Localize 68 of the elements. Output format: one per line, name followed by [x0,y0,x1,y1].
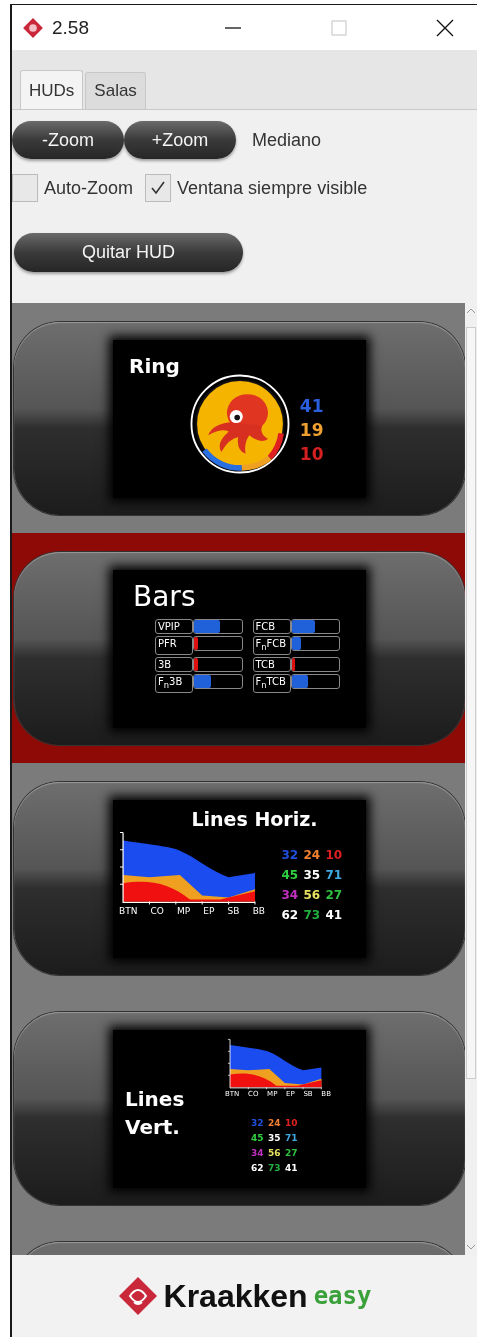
stat-value: 19 [299,418,324,442]
hud-card[interactable]: Lines Horiz. BTN CO MP EP SB BB 32 24 10 45 35 71 34 56 27 62 73 41 [14,782,465,975]
stat-value: 24 [268,1116,282,1130]
scroll-up-icon[interactable] [466,307,476,315]
stat-label: PFR [155,635,193,655]
stat-value: 45 [281,866,300,884]
preview-title: Ring [129,353,180,378]
stat-value: 62 [251,1161,265,1175]
stat-value: 73 [268,1161,282,1175]
stat-value: 73 [303,906,322,924]
preview-title: Lines Vert. [125,1085,186,1141]
stat-label: VPIP [155,618,193,634]
window-title: 2.58 [52,16,89,39]
axis-label: BTN [119,905,138,916]
checkbox[interactable] [12,174,38,202]
stat-value: 24 [303,846,322,864]
stat-value: 41 [325,906,344,924]
stat-value: 34 [251,1146,265,1160]
preview-title: Bars [133,579,197,613]
zoom-button[interactable]: +Zoom [124,121,236,159]
stat-value: 41 [285,1161,299,1175]
axis-label: BB [252,905,265,916]
hud-card[interactable]: Ring 41 19 10 [14,322,465,515]
diamond-logo-icon [117,1276,158,1316]
stat-value: 41 [299,394,324,418]
checkbox-label: Ventana siempre visible [177,177,368,199]
checkbox[interactable] [145,174,172,202]
stat-value: 34 [281,886,300,904]
stat-value: 62 [281,906,300,924]
stat-value: 45 [251,1131,265,1145]
axis-label: CO [150,905,164,916]
checkbox-label: Auto-Zoom [44,177,134,199]
edition-label: easy [313,1282,372,1310]
stat-label: 3B [155,656,193,672]
stat-label: TCB [252,656,291,672]
close-icon[interactable] [435,17,455,38]
stat-value: 32 [281,846,300,864]
stat-value: 32 [251,1116,265,1130]
stat-value: 27 [285,1146,299,1160]
stat-value: 71 [325,866,344,884]
tab[interactable]: Salas [85,72,146,109]
zoom-size-label: Mediano [252,129,322,151]
axis-label: MP [177,905,191,916]
stat-value: 71 [285,1131,299,1145]
stat-value: 56 [303,886,322,904]
stat-label: F$_{n}$TCB [252,673,291,693]
selected-item-background[interactable]: Bars VPIP FCB PFR F$_{n}$FCB 3B TCB F$_{n}$3B F$_{n}$TCB [12,533,465,763]
stat-value: 35 [303,866,322,884]
hud-card[interactable]: Bars VPIP FCB PFR F$_{n}$FCB 3B TCB F$_{n}$3B F$_{n}$TCB [14,552,465,745]
stat-value: 10 [325,846,344,864]
stat-value: 56 [268,1146,282,1160]
stat-label: FCB [252,618,291,634]
zoom-button[interactable]: -Zoom [12,121,124,159]
axis-label: EP [203,905,215,916]
maximize-icon[interactable] [329,17,349,38]
scroll-down-icon[interactable] [466,1243,476,1251]
diamond-logo-icon [22,16,44,39]
remove-hud-button[interactable]: Quitar HUD [14,233,243,272]
stat-value: 27 [325,886,344,904]
stat-label: F$_{n}$3B [155,673,193,693]
brand-name: Kraakken [163,1277,308,1315]
stat-label: F$_{n}$FCB [252,635,291,655]
stat-value: 10 [299,442,324,466]
stat-value: 10 [285,1116,299,1130]
tab[interactable]: HUDs [20,70,84,109]
stat-value: 35 [268,1131,282,1145]
axis-label: SB [227,905,240,916]
preview-title: Lines Horiz. [190,807,319,830]
